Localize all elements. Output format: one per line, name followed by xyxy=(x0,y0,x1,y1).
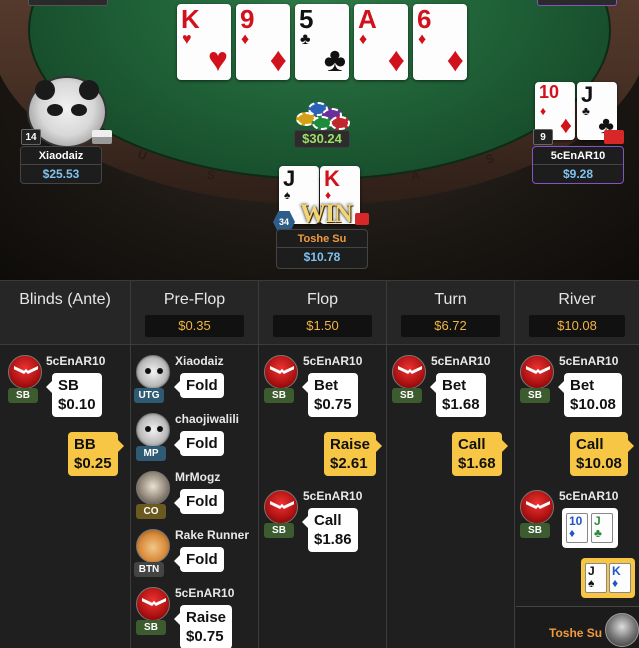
top-left-seat-edge xyxy=(28,0,108,6)
position-badge: CO xyxy=(136,504,166,519)
street-pot: $6.72 xyxy=(401,315,500,337)
action-bubble: Call $10.08 xyxy=(570,432,634,476)
board-card: 5 ♣ ♣ xyxy=(295,4,349,80)
action-bubble: Bet $10.08 xyxy=(558,373,622,417)
player-avatar[interactable] xyxy=(136,413,170,447)
rail-letter: A xyxy=(409,167,421,183)
column-title: River xyxy=(558,291,596,308)
board-card: 6 ♦ ♦ xyxy=(413,4,467,80)
player-name: 5cEnAR10 xyxy=(46,354,106,368)
player-name: 5cEnAR10 xyxy=(559,354,619,368)
position-badge: SB xyxy=(264,388,294,403)
position-badge: SB xyxy=(264,523,294,538)
country-flag-icon xyxy=(604,130,624,144)
player-nameplate[interactable]: Toshe Su $10.78 xyxy=(276,229,368,269)
player-name: 5cEnAR10 xyxy=(559,489,619,503)
column-title: Flop xyxy=(306,291,339,308)
pot-chips-icon xyxy=(294,98,350,132)
street-pot: $10.08 xyxy=(529,315,625,337)
top-right-seat-edge xyxy=(537,0,617,6)
winner-row[interactable]: Toshe Su xyxy=(516,606,639,648)
player-avatar[interactable] xyxy=(264,490,298,524)
player-avatar[interactable] xyxy=(264,355,298,389)
action-bubble: Raise $0.75 xyxy=(173,605,233,648)
winner-name: Toshe Su xyxy=(549,626,603,640)
country-flag-icon xyxy=(92,130,112,144)
poker-table: U S A S K ♥ ♥ 9 ♦ ♦ 5 ♣ ♣ A ♦ ♦ 6 ♦ ♦ $3… xyxy=(0,0,639,280)
column-title: Blinds (Ante) xyxy=(19,291,111,308)
street-pot: $0.35 xyxy=(145,315,244,337)
position-badge: SB xyxy=(392,388,422,403)
player-name: Xiaodaiz xyxy=(38,150,84,162)
action-history: Blinds (Ante) Pre-Flop $0.35 Flop $1.50 … xyxy=(0,280,639,648)
player-stack: $10.78 xyxy=(277,247,367,266)
hand-replayer: U S A S K ♥ ♥ 9 ♦ ♦ 5 ♣ ♣ A ♦ ♦ 6 ♦ ♦ $3… xyxy=(0,0,639,648)
column-title: Turn xyxy=(434,291,467,308)
position-badge: UTG xyxy=(134,388,164,403)
position-badge: SB xyxy=(8,388,38,403)
action-bubble: Call $1.68 xyxy=(452,432,508,476)
shown-card: 10 ♦ xyxy=(566,513,588,543)
position-badge: SB xyxy=(520,388,550,403)
board-card: A ♦ ♦ xyxy=(354,4,408,80)
player-name: 5cEnAR10 xyxy=(550,150,606,162)
player-nameplate[interactable]: 5cEnAR10 $9.28 xyxy=(532,146,624,184)
action-bubble: Bet $0.75 xyxy=(302,373,358,417)
country-flag-icon xyxy=(355,213,369,225)
player-stack: $25.53 xyxy=(21,164,101,183)
player-name: Xiaodaiz xyxy=(175,354,224,368)
player-avatar[interactable] xyxy=(136,355,170,389)
seat-number-badge: 9 xyxy=(533,129,553,145)
action-bubble: Fold xyxy=(174,373,224,398)
player-name: chaojiwalili xyxy=(175,412,240,426)
position-badge: SB xyxy=(520,523,550,538)
position-badge: BTN xyxy=(134,562,164,577)
player-avatar[interactable] xyxy=(8,355,42,389)
shown-card: J ♠ xyxy=(585,563,607,593)
hero-cards: J ♠ K ♦ xyxy=(581,558,635,598)
player-name: 5cEnAR10 xyxy=(303,489,363,503)
player-name: MrMogz xyxy=(175,470,221,484)
pot-amount: $30.24 xyxy=(294,130,350,148)
action-bubble: BB $0.25 xyxy=(68,432,124,476)
action-bubble: Call $1.86 xyxy=(302,508,358,552)
player-name: Rake Runner xyxy=(175,528,250,542)
action-bubble: SB $0.10 xyxy=(46,373,102,417)
player-name: 5cEnAR10 xyxy=(175,586,235,600)
player-avatar[interactable] xyxy=(136,471,170,505)
street-pot: $1.50 xyxy=(273,315,372,337)
shown-card: K ♦ xyxy=(609,563,631,593)
action-bubble: Fold xyxy=(174,489,224,514)
player-avatar[interactable] xyxy=(136,587,170,621)
action-bubble: Fold xyxy=(174,431,224,456)
position-badge: MP xyxy=(136,446,166,461)
winner-avatar xyxy=(605,613,639,647)
player-nameplate[interactable]: Xiaodaiz $25.53 xyxy=(20,146,102,184)
player-name: 5cEnAR10 xyxy=(303,354,363,368)
action-bubble: Bet $1.68 xyxy=(430,373,486,417)
position-badge: SB xyxy=(136,620,166,635)
seat-number-badge: 14 xyxy=(21,129,41,145)
win-banner: WIN xyxy=(300,199,353,228)
player-avatar[interactable] xyxy=(136,529,170,563)
player-name: 5cEnAR10 xyxy=(431,354,491,368)
player-avatar[interactable] xyxy=(520,355,554,389)
player-stack: $9.28 xyxy=(533,164,623,183)
player-avatar[interactable] xyxy=(392,355,426,389)
board-card: K ♥ ♥ xyxy=(177,4,231,80)
action-bubble: Raise $2.61 xyxy=(324,432,383,476)
shown-card: J ♣ xyxy=(591,513,613,543)
column-title: Pre-Flop xyxy=(163,291,226,308)
player-avatar[interactable] xyxy=(520,490,554,524)
player-name: Toshe Su xyxy=(297,233,347,245)
action-bubble: Fold xyxy=(174,547,224,572)
board-card: 9 ♦ ♦ xyxy=(236,4,290,80)
shown-cards: 10 ♦ J ♣ xyxy=(562,508,618,548)
